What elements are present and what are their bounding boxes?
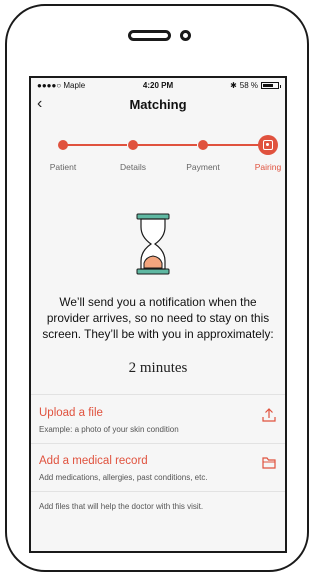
- upload-icon[interactable]: [261, 407, 277, 423]
- bluetooth-icon: ✱: [230, 81, 237, 90]
- nav-bar: ‹ Matching: [31, 94, 285, 118]
- step-connector: [205, 144, 259, 146]
- add-medical-record-hint: Add medications, allergies, past conditi…: [39, 473, 208, 482]
- step-dot-pairing: [258, 135, 278, 155]
- upload-file-row[interactable]: Upload a file Example: a photo of your s…: [31, 394, 285, 444]
- earpiece-speaker: [128, 30, 171, 41]
- progress-stepper: Patient Details Payment Pairing: [31, 122, 285, 178]
- add-medical-record-label: Add a medical record: [39, 455, 148, 467]
- battery-status: ✱ 58 %: [230, 81, 281, 90]
- step-dot-details: [128, 140, 138, 150]
- upload-file-hint: Example: a photo of your skin condition: [39, 425, 179, 434]
- step-connector: [135, 144, 197, 146]
- battery-percent: 58 %: [239, 81, 258, 90]
- front-camera: [180, 30, 191, 41]
- step-dot-patient: [58, 140, 68, 150]
- page-title: Matching: [129, 97, 187, 112]
- folder-icon[interactable]: [261, 455, 277, 471]
- pairing-icon: [263, 140, 273, 150]
- upload-file-label: Upload a file: [39, 407, 103, 419]
- footnote-text: Add files that will help the doctor with…: [39, 502, 204, 511]
- step-dot-payment: [198, 140, 208, 150]
- battery-icon: [261, 82, 281, 89]
- add-medical-record-row[interactable]: Add a medical record Add medications, al…: [31, 443, 285, 492]
- app-screen: ●●●●○ Maple 4:20 PM ✱ 58 % ‹ Matching Pa…: [29, 76, 287, 553]
- step-label-details: Details: [120, 162, 146, 172]
- notification-message: We’ll send you a notification when the p…: [42, 295, 274, 341]
- eta-value: 2 minutes: [128, 360, 188, 376]
- hourglass-icon: [136, 213, 170, 275]
- step-label-payment: Payment: [186, 162, 220, 172]
- step-connector: [65, 144, 127, 146]
- step-label-pairing: Pairing: [254, 162, 282, 172]
- step-label-patient: Patient: [49, 162, 77, 172]
- status-bar: ●●●●○ Maple 4:20 PM ✱ 58 %: [31, 78, 285, 94]
